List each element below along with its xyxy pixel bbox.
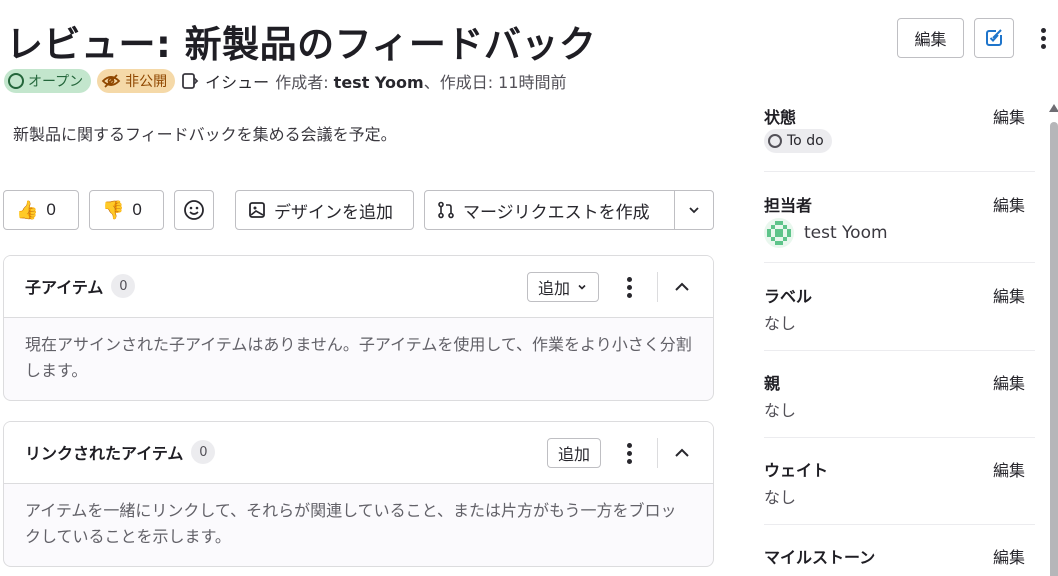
edit-button[interactable]: 編集: [897, 18, 964, 58]
sidebar-labels: ラベル 編集 なし: [764, 263, 1035, 351]
status-badge: オープン: [4, 69, 92, 93]
issue-meta-row: オープン 非公開 イシュー 作成者: test Yoom、作成日: 11時間前: [4, 68, 567, 94]
scroll-up-arrow-icon[interactable]: [1049, 104, 1058, 112]
sidebar-parent: 親 編集 なし: [764, 351, 1035, 438]
page-title: レビュー: 新製品のフィードバック: [6, 23, 597, 66]
divider: [657, 438, 658, 468]
sidebar-assignee: 担当者 編集 test Yoom: [764, 172, 1035, 263]
add-todo-button[interactable]: [974, 18, 1014, 58]
chevron-down-icon: [578, 284, 586, 290]
linked-items-kebab-icon[interactable]: [621, 440, 637, 466]
chevron-down-icon: [689, 207, 699, 214]
edit-status-button[interactable]: 編集: [993, 104, 1025, 128]
linked-items-empty-text: アイテムを一緒にリンクして、それらが関連していること、または片方がもう一方をブロ…: [25, 501, 677, 546]
sidebar-milestone: マイルストーン 編集 なし: [764, 525, 1035, 576]
issue-type-label: イシュー: [205, 73, 270, 92]
avatar: [764, 218, 794, 248]
sidebar-scrollbar[interactable]: [1048, 104, 1058, 576]
add-child-item-button[interactable]: 追加: [527, 272, 600, 302]
collapse-chevron-up-icon[interactable]: [671, 276, 693, 298]
linked-items-title: リンクされたアイテム: [25, 444, 184, 463]
linked-items-count: 0: [191, 440, 216, 464]
author-link[interactable]: test Yoom: [334, 73, 424, 92]
add-design-button[interactable]: デザインを追加: [235, 190, 414, 230]
child-items-count: 0: [111, 274, 136, 298]
add-reaction-button[interactable]: [174, 190, 214, 230]
more-actions-kebab-icon[interactable]: [1030, 24, 1056, 52]
author-info: 作成者: test Yoom、作成日: 11時間前: [275, 73, 567, 92]
divider: [657, 272, 658, 302]
edit-assignee-button[interactable]: 編集: [993, 192, 1025, 216]
child-items-kebab-icon[interactable]: [621, 274, 637, 300]
child-items-card: 子アイテム 0 追加 現在アサインされた子アイテムはありません。子アイテムを使用…: [3, 255, 714, 401]
edit-labels-button[interactable]: 編集: [993, 283, 1025, 307]
child-items-title: 子アイテム: [25, 278, 104, 297]
issue-type-icon: [182, 73, 199, 89]
thumbs-down-button[interactable]: 👎 0: [89, 190, 164, 230]
edit-weight-button[interactable]: 編集: [993, 457, 1025, 481]
sidebar-weight: ウェイト 編集 なし: [764, 438, 1035, 525]
child-items-empty-text: 現在アサインされた子アイテムはありません。子アイテムを使用して、作業をより小さく…: [25, 335, 692, 380]
thumbs-up-icon: 👍: [16, 199, 39, 220]
linked-items-header: リンクされたアイテム 0 追加: [4, 422, 713, 484]
thumbs-up-button[interactable]: 👍 0: [3, 190, 79, 230]
create-merge-request-button[interactable]: マージリクエストを作成: [424, 190, 675, 230]
confidential-badge: 非公開: [97, 69, 176, 93]
edit-parent-button[interactable]: 編集: [993, 370, 1025, 394]
status-todo-badge: To do: [764, 129, 832, 153]
todo-check-icon: [986, 29, 1004, 46]
sidebar-status: 状態 編集 To do: [764, 100, 1035, 172]
thumbs-down-icon: 👎: [102, 199, 125, 220]
image-icon: [249, 202, 265, 218]
add-linked-item-button[interactable]: 追加: [547, 438, 602, 468]
issue-description: 新製品に関するフィードバックを集める会議を予定。: [13, 125, 397, 144]
merge-request-icon: [438, 201, 454, 219]
collapse-chevron-up-icon[interactable]: [671, 442, 693, 464]
linked-items-card: リンクされたアイテム 0 追加 アイテムを一緒にリンクして、それらが関連している…: [3, 421, 714, 567]
merge-request-options-dropdown[interactable]: [674, 190, 714, 230]
assignee-link[interactable]: test Yoom: [764, 218, 888, 248]
eye-slash-icon: [101, 74, 121, 88]
status-circle-icon: [768, 134, 782, 148]
issue-open-icon: [8, 73, 24, 89]
scrollbar-thumb[interactable]: [1050, 122, 1058, 576]
smiley-icon: [184, 200, 204, 220]
child-items-header: 子アイテム 0 追加: [4, 256, 713, 318]
edit-milestone-button[interactable]: 編集: [993, 544, 1025, 568]
